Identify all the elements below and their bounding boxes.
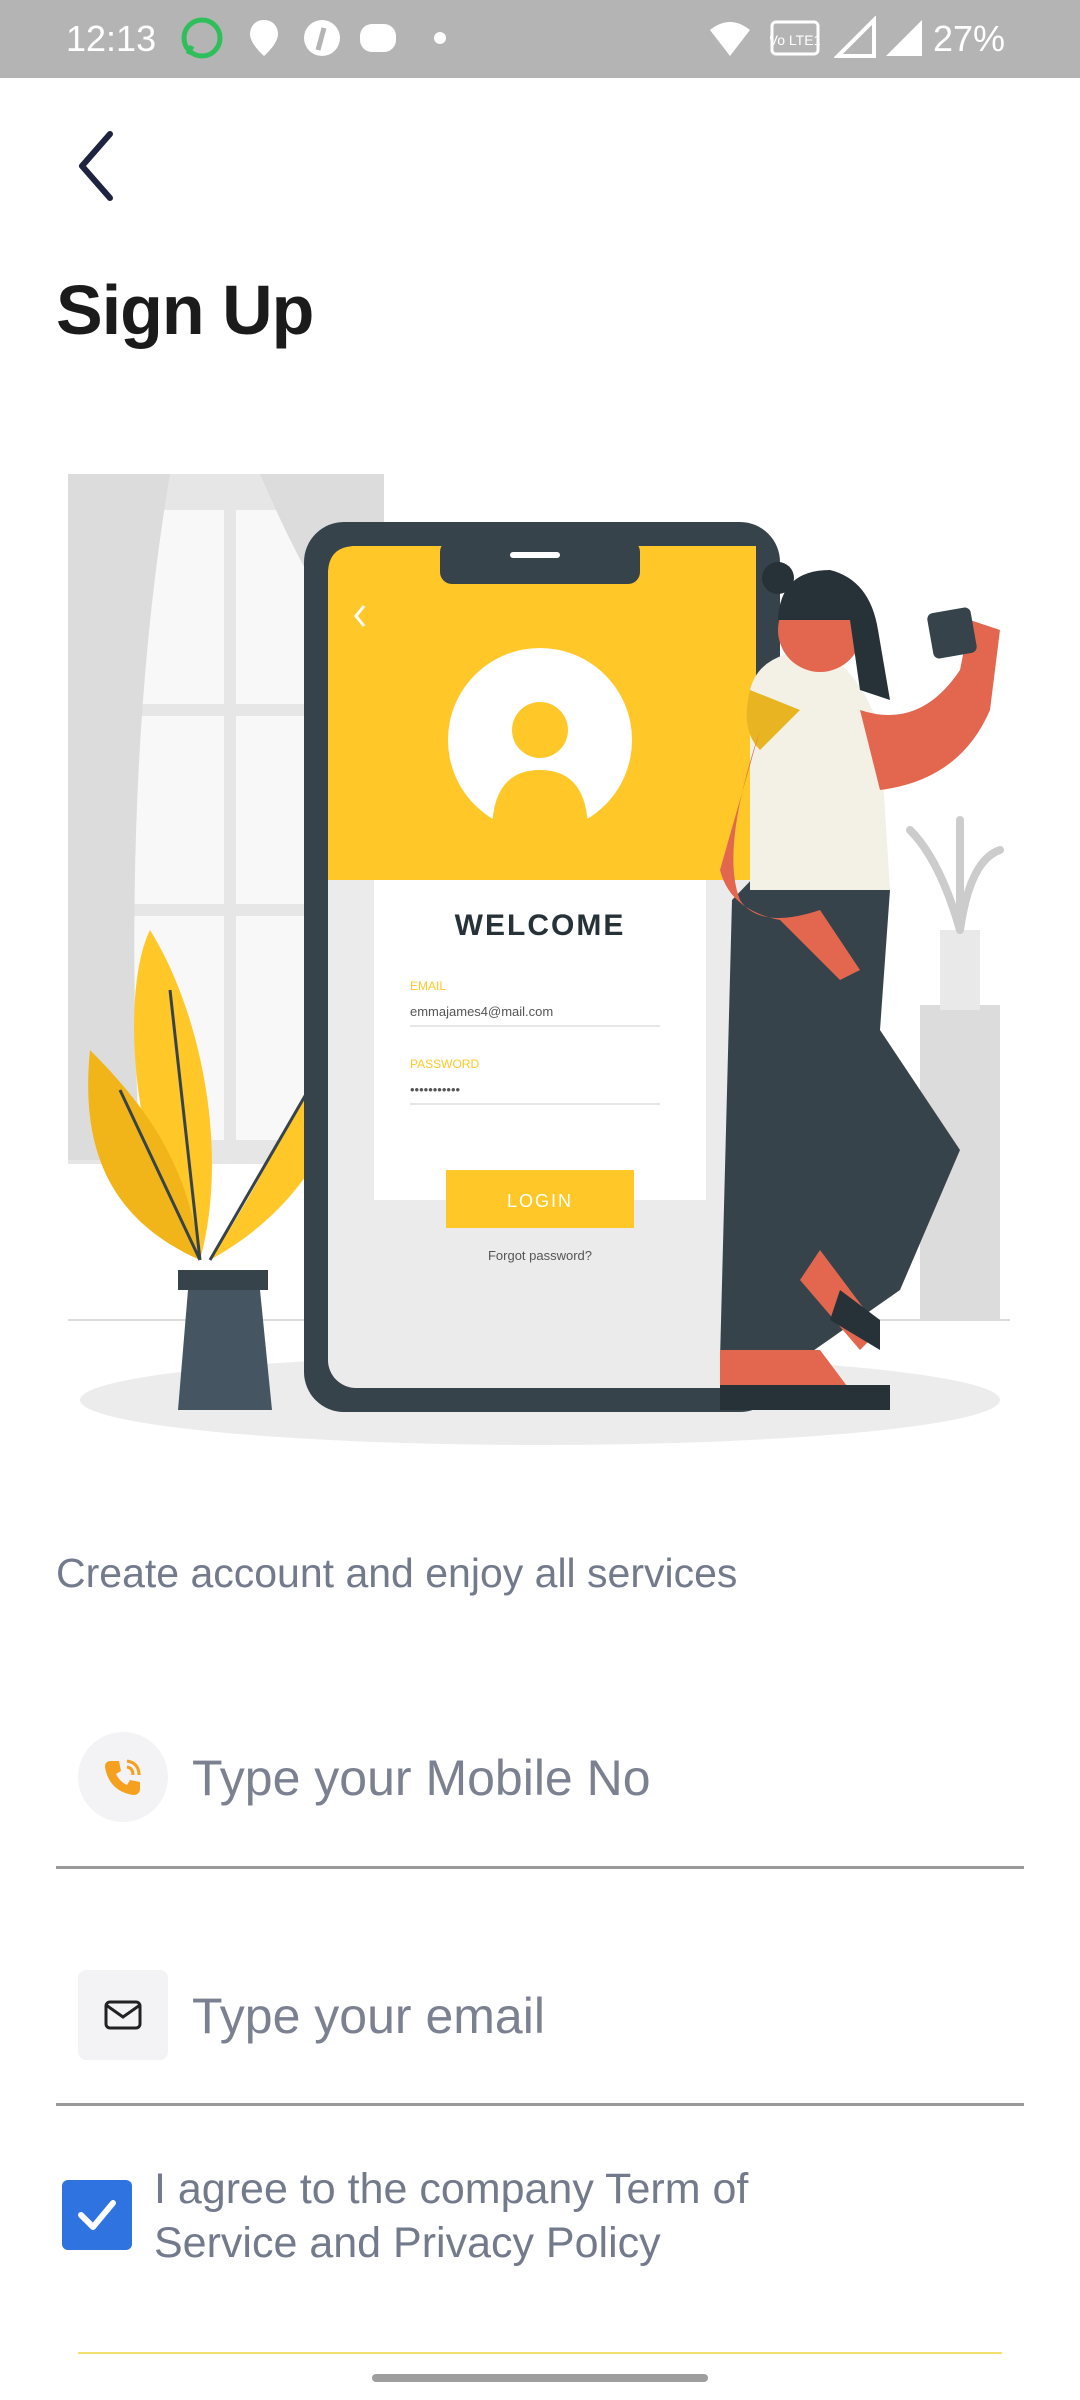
subtitle: Create account and enjoy all services <box>56 1550 738 1596</box>
location-icon <box>250 20 278 56</box>
status-bar: 12:13 Vo LTE1 27% <box>0 0 1080 78</box>
email-underline <box>56 2103 1024 2106</box>
svg-text:WELCOME: WELCOME <box>455 909 626 942</box>
svg-text:LOGIN: LOGIN <box>507 1191 573 1211</box>
svg-text:emmajames4@mail.com: emmajames4@mail.com <box>410 1004 553 1019</box>
dot-icon <box>434 32 446 44</box>
chevron-left-icon <box>79 131 113 201</box>
mobile-underline <box>56 1866 1024 1869</box>
signup-illustration: WELCOME EMAIL emmajames4@mail.com PASSWO… <box>68 474 1010 1445</box>
svg-text:Forgot password?: Forgot password? <box>488 1248 592 1263</box>
email-input[interactable] <box>190 1970 1014 2062</box>
agree-checkbox[interactable] <box>62 2180 132 2250</box>
wifi-icon <box>710 22 750 56</box>
app-icon <box>304 20 340 56</box>
page-title: Sign Up <box>56 271 314 349</box>
signal-icon <box>834 16 876 58</box>
button-top-edge <box>78 2352 1002 2354</box>
mobile-input[interactable] <box>190 1732 1014 1824</box>
app-icon <box>360 24 396 52</box>
home-indicator[interactable] <box>372 2374 708 2382</box>
svg-text:PASSWORD: PASSWORD <box>410 1057 479 1071</box>
agree-label[interactable]: I agree to the company Term of Service a… <box>154 2162 814 2270</box>
svg-text:EMAIL: EMAIL <box>410 979 446 993</box>
phone-icon <box>78 1732 168 1822</box>
whatsapp-icon <box>181 17 223 59</box>
check-icon <box>78 2200 116 2230</box>
mail-icon <box>78 1970 168 2060</box>
signal-icon <box>886 20 922 56</box>
battery-percent: 27% <box>933 18 1006 59</box>
svg-text:•••••••••••: ••••••••••• <box>410 1082 461 1097</box>
svg-text:Vo LTE1: Vo LTE1 <box>770 32 820 48</box>
volte-icon: Vo LTE1 <box>770 20 820 56</box>
status-time: 12:13 <box>66 18 157 59</box>
back-button[interactable] <box>66 124 130 208</box>
